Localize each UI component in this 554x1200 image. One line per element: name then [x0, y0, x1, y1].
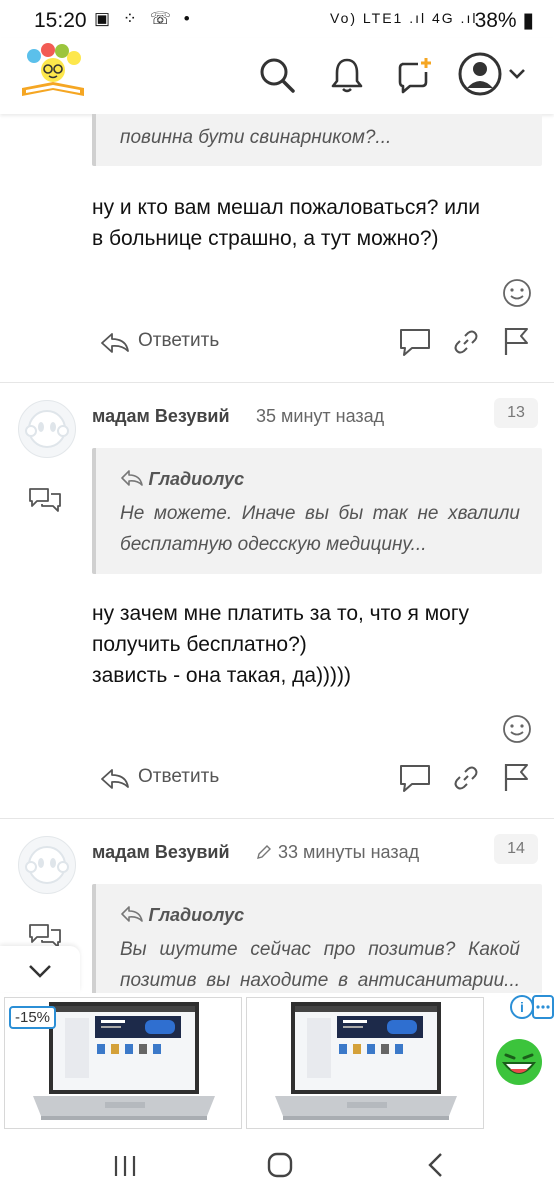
new-message-icon[interactable]	[396, 56, 434, 94]
link-icon[interactable]	[452, 328, 480, 361]
quote-text: повинна бути свинарником?...	[120, 127, 392, 148]
comment-number[interactable]: 14	[494, 834, 538, 864]
quote-line: позитив вы находите в антисанитарии...	[120, 970, 520, 991]
android-nav-bar	[0, 1133, 554, 1200]
reply-arrow-icon	[121, 906, 143, 922]
comment-number[interactable]: 13	[494, 398, 538, 428]
notification-icons: ▣ ⁘ ☏ •	[94, 9, 194, 28]
ad-info-icon[interactable]: i	[510, 995, 534, 1019]
reply-arrow-icon	[121, 470, 143, 486]
collapse-ad-button[interactable]	[0, 946, 80, 992]
quote-line: бесплатную одесскую медицину...	[120, 534, 427, 555]
reply-icon	[101, 769, 129, 789]
network-icons: Vo) LTE1 .ıl 4G .ıl	[330, 10, 478, 26]
comment-icon[interactable]	[398, 762, 432, 799]
comment-text: ну зачем мне платить за то, что я могу п…	[92, 598, 469, 691]
chevron-down-icon	[29, 965, 51, 978]
comment-author[interactable]: мадам Везувий	[92, 406, 230, 427]
user-menu[interactable]	[458, 52, 534, 98]
top-header	[0, 38, 554, 114]
ad-banner[interactable]: -15% i	[0, 993, 554, 1133]
comment-time[interactable]: 33 минуты назад	[278, 842, 419, 863]
site-logo[interactable]	[18, 42, 88, 102]
quote-line: Не можете. Иначе вы бы так не хвалили	[120, 503, 520, 524]
comment-time[interactable]: 35 минут назад	[256, 406, 384, 427]
comment-line: ну и кто вам мешал пожаловаться? или	[92, 196, 480, 219]
home-icon[interactable]	[266, 1151, 294, 1184]
recent-apps-icon[interactable]	[112, 1153, 138, 1184]
emoji-reaction-icon[interactable]	[502, 714, 532, 749]
laughing-emoji-icon	[494, 1037, 544, 1092]
flag-icon[interactable]	[502, 762, 530, 797]
comments-feed: повинна бути свинарником?... ну и кто ва…	[0, 114, 554, 994]
ad-info-label: i	[520, 999, 524, 1015]
quote-block: повинна бути свинарником?...	[92, 114, 542, 166]
comment-icon[interactable]	[398, 326, 432, 363]
comment-line: получить бесплатно?)	[92, 633, 307, 656]
bell-icon[interactable]	[328, 56, 366, 94]
status-time: 15:20	[34, 9, 87, 32]
avatar[interactable]	[18, 400, 76, 458]
comment-text: ну и кто вам мешал пожаловаться? или в б…	[92, 192, 480, 254]
avatar[interactable]	[18, 836, 76, 894]
ad-options-icon[interactable]	[532, 995, 554, 1019]
reply-label: Ответить	[138, 766, 220, 787]
replies-icon[interactable]	[28, 486, 62, 519]
quote-author[interactable]: Гладиолус	[120, 468, 244, 490]
reply-label: Ответить	[138, 330, 220, 351]
quote-author[interactable]: Гладиолус	[120, 904, 244, 926]
divider	[0, 818, 554, 819]
quote-line: Вы шутите сейчас про позитив? Какой	[120, 939, 520, 960]
battery-status: 38% ▮	[475, 8, 534, 33]
reply-icon	[101, 333, 129, 353]
link-icon[interactable]	[452, 764, 480, 797]
status-bar: 15:20 ▣ ⁘ ☏ • Vo) LTE1 .ıl 4G .ıl 38% ▮	[0, 0, 554, 40]
laptop-image	[275, 1002, 457, 1120]
flag-icon[interactable]	[502, 326, 530, 361]
comment-line: ну зачем мне платить за то, что я могу	[92, 602, 469, 625]
ad-product-card[interactable]: -15%	[4, 997, 242, 1129]
quote-author-name: Гладиолус	[148, 469, 245, 489]
quote-block: Гладиолус Вы шутите сейчас про позитив? …	[92, 884, 542, 994]
search-icon[interactable]	[258, 56, 296, 94]
battery-percent: 38%	[474, 9, 517, 32]
pencil-icon	[256, 844, 272, 865]
quote-text: Не можете. Иначе вы бы так не хвалили бе…	[120, 498, 520, 560]
discount-badge: -15%	[9, 1006, 57, 1029]
comment-author[interactable]: мадам Везувий	[92, 842, 230, 863]
quote-text: Вы шутите сейчас про позитив? Какой пози…	[120, 934, 520, 994]
back-icon[interactable]	[424, 1151, 448, 1184]
quote-author-name: Гладиолус	[148, 905, 245, 925]
comment-line: в больнице страшно, а тут можно?)	[92, 227, 439, 250]
battery-icon: ▮	[522, 9, 534, 32]
ad-product-card[interactable]	[246, 997, 484, 1129]
emoji-reaction-icon[interactable]	[502, 278, 532, 313]
divider	[0, 382, 554, 383]
quote-block: Гладиолус Не можете. Иначе вы бы так не …	[92, 448, 542, 574]
comment-line: зависть - она такая, да)))))	[92, 664, 352, 687]
